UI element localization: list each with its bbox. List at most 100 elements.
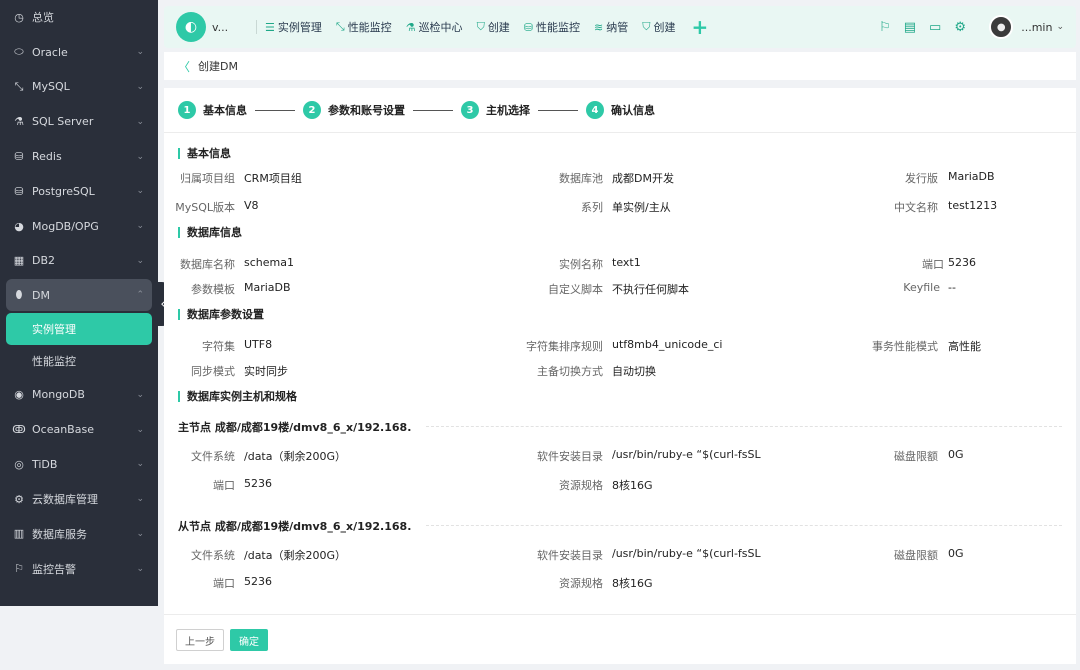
chevron-down-icon[interactable]: ⌄ <box>1056 22 1064 32</box>
top-nav: ☰ 实例管理 ⤡ 性能监控 ⚗ 巡检中心 ⛉ 创建 ⛁ 性能监控 ≋ 纳管 ⛉ 创建 <box>265 19 690 35</box>
section-title-basic: 基本信息 <box>178 148 231 159</box>
gear-icon[interactable]: ⚙ <box>954 20 966 35</box>
header-separator <box>256 20 257 34</box>
nav-item[interactable]: ☰ 实例管理 <box>265 19 322 35</box>
sidebar-item-db-service[interactable]: ▥ 数据库服务 ⌄ <box>0 517 158 552</box>
chevron-down-icon: ⌄ <box>136 459 144 470</box>
sidebar-item-label: MySQL <box>32 80 70 94</box>
sidebar-item-label: 总览 <box>32 11 54 25</box>
step-connector <box>413 109 453 111</box>
sidebar-subitem[interactable]: 实例管理 <box>6 313 152 346</box>
dashed-divider <box>426 426 1062 427</box>
field-value: /data（剩余200G） <box>244 450 347 463</box>
sidebar-item-label: 数据库服务 <box>32 527 87 541</box>
sidebar-item-redis[interactable]: ⛁ Redis ⌄ <box>0 139 158 174</box>
step-params: 2 参数和账号设置 <box>303 101 405 119</box>
step-connector <box>538 109 578 111</box>
page-title: 创建DM <box>198 60 238 73</box>
user-name[interactable]: ...min <box>1021 21 1052 34</box>
field-value: -- <box>948 281 956 294</box>
db2-icon: ▦ <box>13 254 25 268</box>
sidebar-item-db2[interactable]: ▦ DB2 ⌄ <box>0 244 158 279</box>
step-label: 参数和账号设置 <box>328 104 405 117</box>
nav-item-label: 纳管 <box>606 21 629 34</box>
field-value: CRM项目组 <box>244 172 302 185</box>
sidebar-item-mongodb[interactable]: ◉ MongoDB ⌄ <box>0 377 158 412</box>
step-number: 4 <box>586 101 604 119</box>
postgresql-icon: ⛁ <box>14 184 24 198</box>
top-header: ◐ v... ☰ 实例管理 ⤡ 性能监控 ⚗ 巡检中心 ⛉ 创建 ⛁ 性能监控 ≋ 纳管 ⛉ 创建 + ⚐… <box>164 6 1076 48</box>
mysql-nav-icon: ⤡ <box>335 20 345 33</box>
step-host: 3 主机选择 <box>461 101 530 119</box>
sidebar-item-oceanbase[interactable]: ↂ OceanBase ⌄ <box>0 412 158 447</box>
sidebar: ◷ 总览 ⬭ Oracle ⌄ ⤡ MySQL ⌄ ⚗ SQL Server ⌄ ⛁ Redis ⌄ ⛁ Po… <box>0 0 158 606</box>
db-stack-icon: ⛁ <box>523 20 534 34</box>
alarm-icon[interactable]: ⚐ <box>879 20 891 35</box>
nav-item-label: 创建 <box>653 21 676 34</box>
slave-node-title: 从节点 成都/成都19楼/dmv8_6_x/192.168. <box>178 520 412 533</box>
chevron-down-icon: ⌄ <box>136 47 144 58</box>
user-menu[interactable]: ● ...min ⌄ <box>989 15 1064 39</box>
nav-item-label: 实例管理 <box>277 21 322 34</box>
nav-item-label: 巡检中心 <box>418 21 463 34</box>
nav-item[interactable]: ⤡ 性能监控 <box>336 19 392 35</box>
sidebar-item-tidb[interactable]: ◎ TiDB ⌄ <box>0 447 158 482</box>
field-label: 字符集 <box>202 340 235 353</box>
sidebar-item-label: OceanBase <box>32 423 94 437</box>
field-value: /usr/bin/ruby-e “$(curl-fsSL <box>612 547 761 560</box>
sidebar-item-alarm[interactable]: ⚐ 监控告警 ⌄ <box>0 551 158 586</box>
sidebar-item-mogdb[interactable]: ◕ MogDB/OPG ⌄ <box>0 209 158 244</box>
nav-item[interactable]: ≋ 纳管 <box>594 19 628 35</box>
mysql-icon: ⤡ <box>14 79 24 93</box>
field-label: 资源规格 <box>559 577 603 590</box>
field-value: 8核16G <box>612 577 653 590</box>
avatar[interactable]: ● <box>989 15 1014 39</box>
step-basic-info: 1 基本信息 <box>178 101 247 119</box>
prev-step-button[interactable]: 上一步 <box>176 629 224 651</box>
field-label: 磁盘限额 <box>894 450 938 463</box>
nav-item[interactable]: ⚗ 巡检中心 <box>406 19 463 35</box>
monitor-icon[interactable]: ▭ <box>929 20 941 35</box>
field-label: 数据库池 <box>559 172 603 185</box>
list-icon: ☰ <box>265 20 275 34</box>
sidebar-item-cloud-db[interactable]: ⚙ 云数据库管理 ⌄ <box>0 482 158 517</box>
chevron-down-icon: ⌄ <box>136 221 144 232</box>
field-value: 5236 <box>948 256 976 269</box>
sidebar-item-mysql[interactable]: ⤡ MySQL ⌄ <box>0 70 158 105</box>
nav-item[interactable]: ⛁ 性能监控 <box>524 19 580 35</box>
field-label: 字符集排序规则 <box>526 340 603 353</box>
chevron-down-icon: ⌄ <box>136 563 144 574</box>
clipboard-icon[interactable]: ▤ <box>904 20 916 35</box>
sidebar-item-sqlserver[interactable]: ⚗ SQL Server ⌄ <box>0 104 158 139</box>
confirm-button[interactable]: 确定 <box>230 629 268 651</box>
alarm-icon: ⚐ <box>14 562 24 576</box>
header-tools: ⚐ ▤ ▭ ⚙ <box>866 20 966 35</box>
nav-item[interactable]: ⛉ 创建 <box>642 19 675 35</box>
db-service-icon: ▥ <box>13 527 25 541</box>
dashed-divider <box>426 525 1062 526</box>
sidebar-item-dm[interactable]: ⬮ DM ⌃ <box>6 279 152 312</box>
sqlserver-icon: ⚗ <box>14 115 24 129</box>
step-label: 基本信息 <box>203 104 247 117</box>
nav-item[interactable]: ⛉ 创建 <box>477 19 510 35</box>
sidebar-item-postgresql[interactable]: ⛁ PostgreSQL ⌄ <box>0 174 158 209</box>
chevron-down-icon: ⌄ <box>136 389 144 400</box>
divider <box>164 132 1076 133</box>
field-value: 0G <box>948 547 964 560</box>
add-nav-button[interactable]: + <box>692 17 709 37</box>
field-label: 软件安装目录 <box>537 549 603 562</box>
field-label: 参数模板 <box>191 283 235 296</box>
field-label: Keyfile <box>903 281 940 294</box>
back-icon[interactable]: 〈 <box>178 58 190 75</box>
step-label: 确认信息 <box>611 104 655 117</box>
cloud-db-icon: ⚙ <box>14 492 24 506</box>
main-content: 1 基本信息 2 参数和账号设置 3 主机选择 4 确认信息 基本信息 归属项目组 CR… <box>164 88 1076 614</box>
sidebar-item-clock[interactable]: ◷ 总览 <box>0 0 158 35</box>
sidebar-subitem[interactable]: 性能监控 <box>0 345 158 377</box>
sidebar-item-oracle[interactable]: ⬭ Oracle ⌄ <box>0 35 158 70</box>
step-number: 2 <box>303 101 321 119</box>
chevron-up-icon: ⌃ <box>136 290 144 301</box>
dm-icon: ⬮ <box>15 288 23 302</box>
field-value: 高性能 <box>948 340 981 353</box>
shield-icon: ⛉ <box>476 20 485 33</box>
